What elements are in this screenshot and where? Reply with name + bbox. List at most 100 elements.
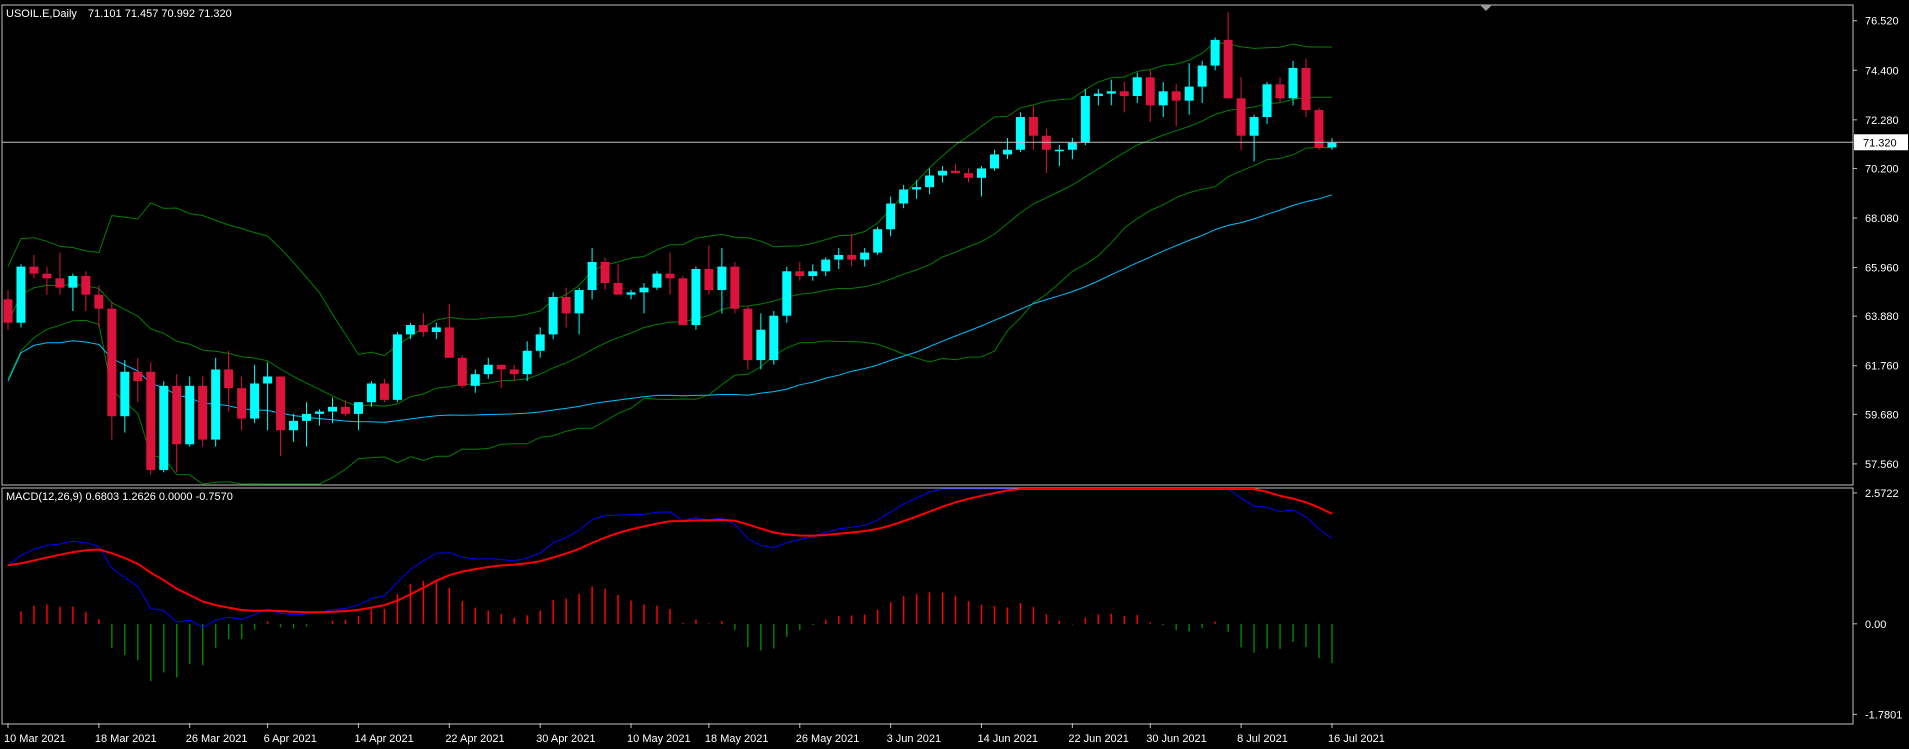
candle-body <box>483 364 493 375</box>
candle-body <box>1301 67 1311 111</box>
candle-body <box>146 371 156 470</box>
date-tick-label: 10 May 2021 <box>627 733 691 745</box>
candle-body <box>782 271 792 316</box>
price-tick-label: 57.560 <box>1865 459 1899 471</box>
candle <box>652 271 662 290</box>
date-tick-label: 30 Jun 2021 <box>1146 733 1207 745</box>
candle-body <box>29 266 39 274</box>
candle <box>691 266 701 330</box>
candle-body <box>1054 149 1064 152</box>
candle-body <box>665 273 675 279</box>
candle-body <box>315 411 325 414</box>
candle-body <box>366 383 376 403</box>
candle-body <box>873 229 883 253</box>
candle-body <box>522 350 532 375</box>
candle-body <box>1145 77 1155 106</box>
candle-body <box>1093 93 1103 96</box>
candle-body <box>600 261 610 283</box>
candle-body <box>574 289 584 314</box>
candle-body <box>81 275 91 295</box>
candle-body <box>509 369 519 375</box>
price-tick-label: 74.400 <box>1865 65 1899 77</box>
candle-body <box>1080 95 1090 143</box>
candle-body <box>1210 39 1220 66</box>
date-tick-label: 8 Jul 2021 <box>1237 733 1288 745</box>
candle-body <box>989 154 999 169</box>
macd-title: MACD(12,26,9) 0.6803 1.2626 0.0000 -0.75… <box>6 491 233 503</box>
price-tick-label: 76.520 <box>1865 16 1899 28</box>
candle-body <box>795 271 805 276</box>
candle-body <box>289 420 299 431</box>
candle <box>873 226 883 255</box>
candle-body <box>379 383 389 400</box>
ohlc-values: 71.101 71.457 70.992 71.320 <box>88 8 232 20</box>
candle-body <box>912 187 922 190</box>
candle-body <box>886 203 896 230</box>
candle <box>457 355 467 389</box>
candle <box>1015 112 1025 153</box>
candle-body <box>834 254 844 260</box>
date-tick-label: 10 Mar 2021 <box>4 733 66 745</box>
price-tick-label: 70.200 <box>1865 163 1899 175</box>
candle-body <box>1028 117 1038 136</box>
candle-body <box>691 268 701 326</box>
candle-body <box>1106 91 1116 94</box>
price-tick-label: 68.080 <box>1865 213 1899 225</box>
candle-body <box>535 334 545 351</box>
macd-tick-label: 0.00 <box>1865 619 1886 631</box>
price-tick-label: 59.680 <box>1865 409 1899 421</box>
macd-tick-label: 2.5722 <box>1865 488 1899 500</box>
candle <box>1314 107 1324 150</box>
candle-body <box>756 329 766 361</box>
date-tick-label: 30 Apr 2021 <box>536 733 595 745</box>
date-tick-label: 6 Apr 2021 <box>264 733 317 745</box>
macd-tick-label: -1.7801 <box>1865 709 1902 721</box>
candle-body <box>1223 39 1233 99</box>
candle-body <box>951 170 961 174</box>
candle <box>548 292 558 340</box>
price-tick-label: 65.960 <box>1865 263 1899 275</box>
candle-body <box>626 292 636 295</box>
date-tick-label: 18 May 2021 <box>705 733 769 745</box>
candle-body <box>977 168 986 178</box>
candle-body <box>250 383 260 419</box>
candle-body <box>1197 65 1207 87</box>
candle-body <box>1119 91 1129 96</box>
candle <box>678 275 688 326</box>
candle <box>743 306 753 370</box>
candle <box>392 332 402 403</box>
candle-body <box>224 369 234 389</box>
candle-body <box>405 325 415 335</box>
candle <box>1210 37 1220 71</box>
candle-body <box>172 385 182 445</box>
candle <box>198 376 208 447</box>
current-price-label: 71.320 <box>1863 137 1897 149</box>
trading-chart[interactable]: 76.520 74.400 72.280 70.200 68.080 65.960 63.8… <box>0 0 1909 749</box>
date-tick-label: 16 Jul 2021 <box>1328 733 1385 745</box>
candle-body <box>42 273 52 279</box>
candle-body <box>392 334 402 400</box>
date-tick-label: 26 Mar 2021 <box>186 733 248 745</box>
chart-background <box>0 0 1909 749</box>
candle-body <box>470 374 480 386</box>
candle-body <box>431 327 441 333</box>
candle <box>159 381 169 473</box>
candle-body <box>159 385 169 470</box>
candle-body <box>1327 142 1337 148</box>
date-tick-label: 26 May 2021 <box>796 733 860 745</box>
candle-body <box>263 376 273 384</box>
candle-body <box>847 254 857 260</box>
date-tick-label: 18 Mar 2021 <box>95 733 157 745</box>
candle <box>16 264 26 328</box>
candle-body <box>1158 91 1168 106</box>
candle-body <box>678 278 688 326</box>
candle <box>146 362 156 475</box>
candle-body <box>1184 86 1194 101</box>
candle-body <box>860 252 870 260</box>
candle-body <box>821 259 831 272</box>
candle-body <box>418 325 428 333</box>
candle-body <box>55 278 65 288</box>
candle-body <box>1015 117 1025 150</box>
candle-body <box>444 327 454 358</box>
candle-body <box>652 273 662 288</box>
